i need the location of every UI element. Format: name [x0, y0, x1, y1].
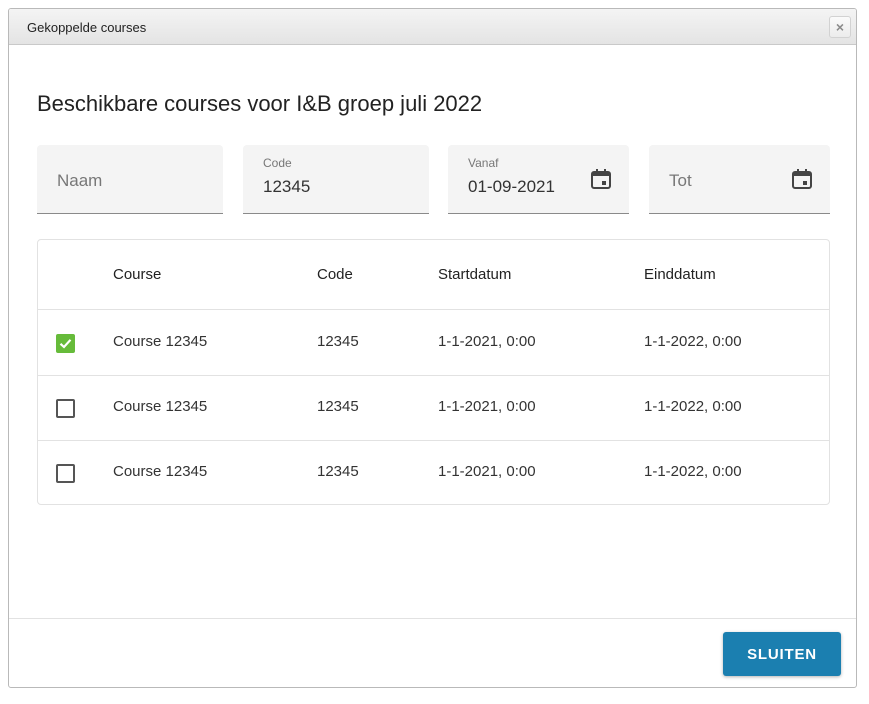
cell-code: 12345 — [317, 398, 359, 415]
row-checkbox[interactable] — [56, 464, 75, 483]
dialog-title: Gekoppelde courses — [27, 20, 147, 35]
cell-startdatum: 1-1-2021, 0:00 — [438, 463, 536, 480]
cell-course: Course 12345 — [113, 463, 208, 480]
cell-course: Course 12345 — [113, 398, 208, 415]
vanaf-value: 01-09-2021 — [468, 177, 555, 196]
table-header: Course Code Startdatum Einddatum — [38, 240, 829, 310]
naam-placeholder: Naam — [57, 171, 103, 190]
check-icon — [59, 339, 72, 349]
table-row[interactable]: Course 12345 12345 1-1-2021, 0:00 1-1-20… — [38, 375, 829, 441]
row-checkbox[interactable] — [56, 399, 75, 418]
code-value: 12345 — [263, 177, 311, 196]
cell-startdatum: 1-1-2021, 0:00 — [438, 333, 536, 350]
cell-code: 12345 — [317, 333, 359, 350]
column-header-einddatum: Einddatum — [644, 266, 716, 283]
table-row[interactable]: Course 12345 12345 1-1-2021, 0:00 1-1-20… — [38, 440, 829, 505]
cell-course: Course 12345 — [113, 333, 208, 350]
tot-field[interactable]: Tot — [649, 145, 830, 214]
row-checkbox[interactable] — [56, 334, 75, 353]
column-header-code: Code — [317, 266, 353, 283]
tot-placeholder: Tot — [669, 171, 692, 190]
sluiten-button[interactable]: SLUITEN — [723, 632, 841, 676]
cell-code: 12345 — [317, 463, 359, 480]
calendar-icon[interactable] — [589, 167, 613, 191]
dialog-titlebar: Gekoppelde courses × — [9, 9, 856, 45]
vanaf-field[interactable]: Vanaf 01-09-2021 — [448, 145, 629, 214]
naam-field[interactable]: Naam — [37, 145, 223, 214]
page-title: Beschikbare courses voor I&B groep juli … — [37, 91, 483, 116]
close-icon[interactable]: × — [829, 16, 851, 38]
courses-table: Course Code Startdatum Einddatum Course … — [37, 239, 830, 505]
cell-einddatum: 1-1-2022, 0:00 — [644, 398, 742, 415]
code-field[interactable]: Code 12345 — [243, 145, 429, 214]
column-header-course: Course — [113, 266, 162, 283]
cell-startdatum: 1-1-2021, 0:00 — [438, 398, 536, 415]
footer-divider — [9, 618, 856, 619]
cell-einddatum: 1-1-2022, 0:00 — [644, 333, 742, 350]
column-header-startdatum: Startdatum — [438, 266, 512, 283]
dialog: Gekoppelde courses × Beschikbare courses… — [8, 8, 857, 688]
calendar-icon[interactable] — [790, 167, 814, 191]
cell-einddatum: 1-1-2022, 0:00 — [644, 463, 742, 480]
table-row[interactable]: Course 12345 12345 1-1-2021, 0:00 1-1-20… — [38, 310, 829, 376]
vanaf-label: Vanaf — [468, 156, 499, 170]
code-label: Code — [263, 156, 292, 170]
